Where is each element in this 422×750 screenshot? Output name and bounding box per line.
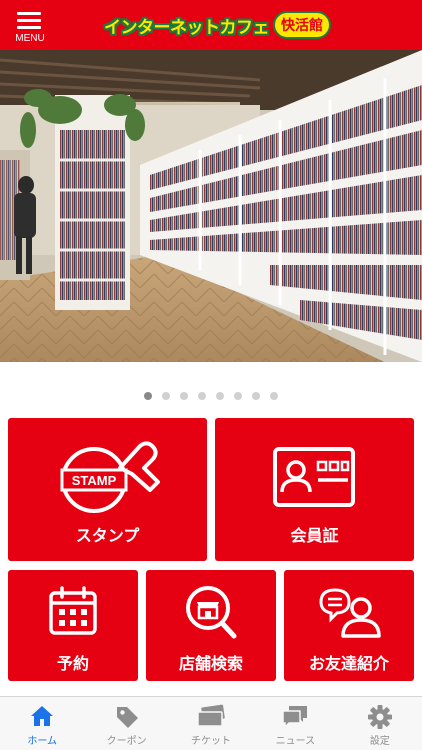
logo-text: インターネットカフェ (104, 17, 270, 38)
app-logo: インターネットカフェ 快活館 (104, 10, 331, 40)
ticket-icon (197, 704, 225, 727)
carousel-page-indicator (0, 392, 422, 402)
stamp-tile[interactable]: STAMP スタンプ (8, 418, 207, 561)
friend-referral-icon (319, 588, 381, 638)
manga-shelves-photo (0, 50, 422, 362)
tab-label: チケット (191, 736, 232, 747)
friend-referral-label: お友達紹介 (308, 654, 389, 673)
logo-badge: 快活館 (273, 11, 331, 39)
stamp-icon: STAMP (60, 441, 160, 513)
reservation-label: 予約 (56, 654, 89, 673)
store-search-tile[interactable]: 店舗検索 (146, 570, 276, 681)
gear-icon (367, 705, 392, 729)
home-icon (31, 706, 54, 726)
carousel-dot[interactable] (234, 392, 242, 400)
calendar-icon (49, 586, 97, 635)
member-card-tile[interactable]: 会員証 (215, 418, 414, 561)
news-icon (282, 706, 308, 728)
member-card-label: 会員証 (290, 526, 339, 545)
member-card-icon (273, 447, 355, 507)
tab-news[interactable]: ニュース (253, 697, 337, 750)
hero-carousel-image[interactable] (0, 50, 422, 362)
stamp-label: スタンプ (75, 526, 140, 545)
svg-text:STAMP: STAMP (72, 473, 117, 488)
carousel-dot[interactable] (162, 392, 170, 400)
reservation-tile[interactable]: 予約 (8, 570, 138, 681)
carousel-dot[interactable] (270, 392, 278, 400)
tab-label: ホーム (27, 736, 58, 747)
carousel-dot[interactable] (198, 392, 206, 400)
tab-home[interactable]: ホーム (0, 697, 84, 750)
tab-label: ニュース (275, 736, 316, 747)
tab-coupon[interactable]: クーポン (84, 697, 168, 750)
bottom-tab-bar: ホーム クーポン チケット ニュース 設定 (0, 696, 422, 750)
menu-label: MENU (15, 33, 45, 44)
carousel-dot[interactable] (216, 392, 224, 400)
tab-label: クーポン (106, 736, 147, 747)
menu-button[interactable]: MENU (8, 7, 52, 47)
friend-referral-tile[interactable]: お友達紹介 (284, 570, 414, 681)
carousel-dot[interactable] (144, 392, 152, 400)
coupon-tag-icon (116, 707, 138, 728)
tab-settings[interactable]: 設定 (338, 697, 422, 750)
carousel-dot[interactable] (180, 392, 188, 400)
carousel-dot[interactable] (252, 392, 260, 400)
store-search-label: 店舗検索 (178, 654, 243, 673)
tab-ticket[interactable]: チケット (169, 697, 253, 750)
app-header: MENU インターネットカフェ 快活館 (0, 0, 422, 50)
tab-label: 設定 (369, 736, 390, 747)
store-search-icon (186, 586, 237, 639)
